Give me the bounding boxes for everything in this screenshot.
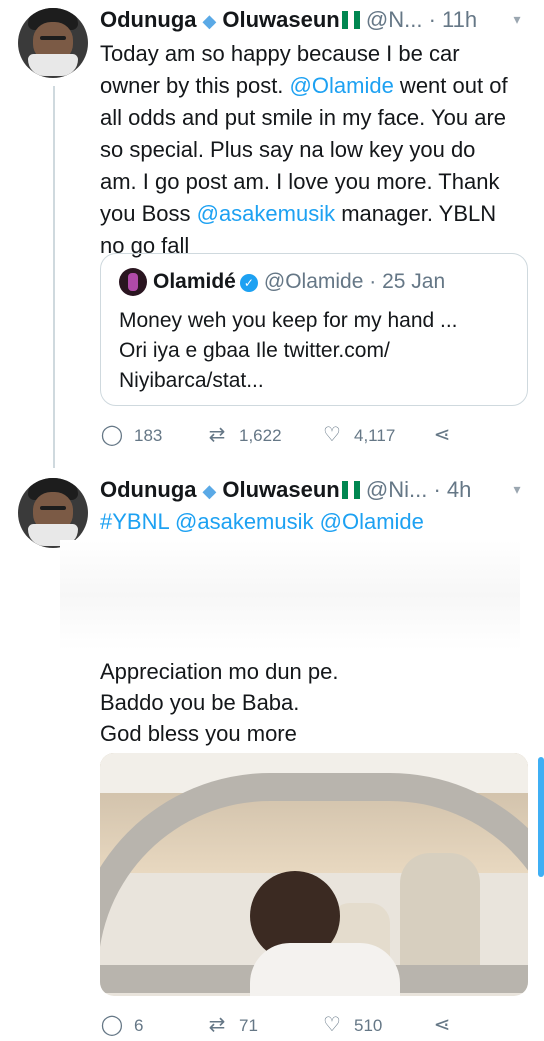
scrollbar[interactable]: [538, 757, 544, 877]
tweet-photo[interactable]: [100, 753, 528, 996]
blurred-region: [60, 540, 520, 650]
like-count: 510: [354, 1016, 383, 1035]
mention-link[interactable]: @asakemusik: [197, 201, 336, 226]
avatar[interactable]: [18, 8, 88, 78]
like-button[interactable]: ♡ 4,117: [320, 420, 395, 450]
tweet-text-line: you Boss @asakemusik manager. YBLN: [100, 201, 497, 226]
quoted-text: Money weh you keep for my hand ... Ori i…: [119, 306, 509, 396]
quoted-text-line: Money weh you keep for my hand ...: [119, 309, 458, 332]
share-button[interactable]: ⋖: [430, 420, 464, 450]
display-name-first[interactable]: Odunuga: [100, 7, 197, 32]
thread-connector-line: [53, 86, 55, 468]
reply-icon: ◯: [100, 424, 124, 446]
tweet-text: Appreciation mo dun pe. Baddo you be Bab…: [100, 656, 530, 749]
tweet-actions: ◯ 183 ⇄ 1,622 ♡ 4,117 ⋖: [100, 420, 520, 450]
tweet-text-line: Today am so happy because I be car: [100, 41, 460, 66]
reply-button[interactable]: ◯ 183: [100, 420, 163, 450]
retweet-icon: ⇄: [208, 424, 226, 446]
chevron-down-icon[interactable]: ▾: [508, 10, 526, 28]
share-icon: ⋖: [433, 1014, 451, 1036]
mention-link[interactable]: @Olamide: [320, 509, 424, 534]
tweet-header: Odunuga ◆ Oluwaseun @N... · 11h: [100, 5, 477, 35]
hashtag-link[interactable]: #YBNL: [100, 509, 169, 534]
share-button[interactable]: ⋖: [430, 1010, 464, 1040]
tweet-actions: ◯ 6 ⇄ 71 ♡ 510 ⋖: [100, 1010, 520, 1040]
like-button[interactable]: ♡ 510: [320, 1010, 382, 1040]
tweet-text-line: Appreciation mo dun pe.: [100, 659, 339, 684]
tweet-text: Today am so happy because I be car owner…: [100, 38, 530, 262]
tweet-text-segment: owner by this post.: [100, 73, 290, 98]
nigeria-flag-icon: [341, 7, 360, 29]
hashtag-line: #YBNL @asakemusik @Olamide: [100, 506, 530, 538]
retweet-icon: ⇄: [208, 1014, 226, 1036]
heart-icon: ♡: [323, 424, 341, 446]
check-badge-icon: ✓: [239, 274, 258, 292]
quoted-display-name: Olamidé: [153, 270, 236, 293]
retweet-button[interactable]: ⇄ 71: [205, 1010, 258, 1040]
reply-count: 183: [134, 426, 163, 445]
tweet-timestamp[interactable]: 11h: [442, 7, 477, 32]
nigeria-flag-icon: [341, 477, 360, 499]
display-name-first[interactable]: Odunuga: [100, 477, 197, 502]
quoted-handle: @Olamide: [263, 270, 364, 293]
tweet-text-line: God bless you more: [100, 721, 297, 746]
quoted-text-line: Ori iya e gbaa Ile twitter.com/: [119, 339, 390, 362]
tweet-timestamp[interactable]: 4h: [447, 477, 471, 502]
display-name-second[interactable]: Oluwaseun: [222, 7, 339, 32]
reply-count: 6: [134, 1016, 144, 1035]
quoted-date: 25 Jan: [382, 270, 446, 293]
quoted-tweet-card[interactable]: Olamidé ✓ @Olamide · 25 Jan Money weh you …: [100, 253, 528, 406]
separator-dot: ·: [428, 7, 436, 32]
quoted-text-line: Niyibarca/stat...: [119, 369, 264, 392]
gem-icon: ◆: [202, 11, 217, 31]
reply-icon: ◯: [100, 1014, 124, 1036]
separator-dot: ·: [369, 270, 377, 293]
like-count: 4,117: [354, 426, 396, 445]
retweet-count: 1,622: [239, 426, 282, 445]
share-icon: ⋖: [433, 424, 451, 446]
retweet-button[interactable]: ⇄ 1,622: [205, 420, 282, 450]
chevron-down-icon[interactable]: ▾: [508, 480, 526, 498]
mention-link[interactable]: @asakemusik: [175, 509, 314, 534]
gem-icon: ◆: [202, 481, 217, 501]
tweet-text-line: so special. Plus say na low key you do: [100, 137, 476, 162]
retweet-count: 71: [239, 1016, 258, 1035]
tweet-text-line: Baddo you be Baba.: [100, 690, 300, 715]
reply-button[interactable]: ◯ 6: [100, 1010, 144, 1040]
quoted-avatar: [119, 268, 147, 296]
separator-dot: ·: [433, 477, 441, 502]
tweet-header: Odunuga ◆ Oluwaseun @Ni... · 4h: [100, 475, 471, 505]
display-name-second[interactable]: Oluwaseun: [222, 477, 339, 502]
user-handle[interactable]: @Ni...: [366, 477, 427, 502]
avatar[interactable]: [18, 478, 88, 548]
heart-icon: ♡: [323, 1014, 341, 1036]
tweet-text-line: owner by this post. @Olamide went out of: [100, 73, 508, 98]
tweet-text-line: all odds and put smile in my face. You a…: [100, 105, 507, 130]
quoted-header: Olamidé ✓ @Olamide · 25 Jan: [153, 268, 445, 296]
mention-link[interactable]: @Olamide: [290, 73, 394, 98]
user-handle[interactable]: @N...: [366, 7, 423, 32]
tweet-text-line: am. I go post am. I love you more. Thank: [100, 169, 500, 194]
